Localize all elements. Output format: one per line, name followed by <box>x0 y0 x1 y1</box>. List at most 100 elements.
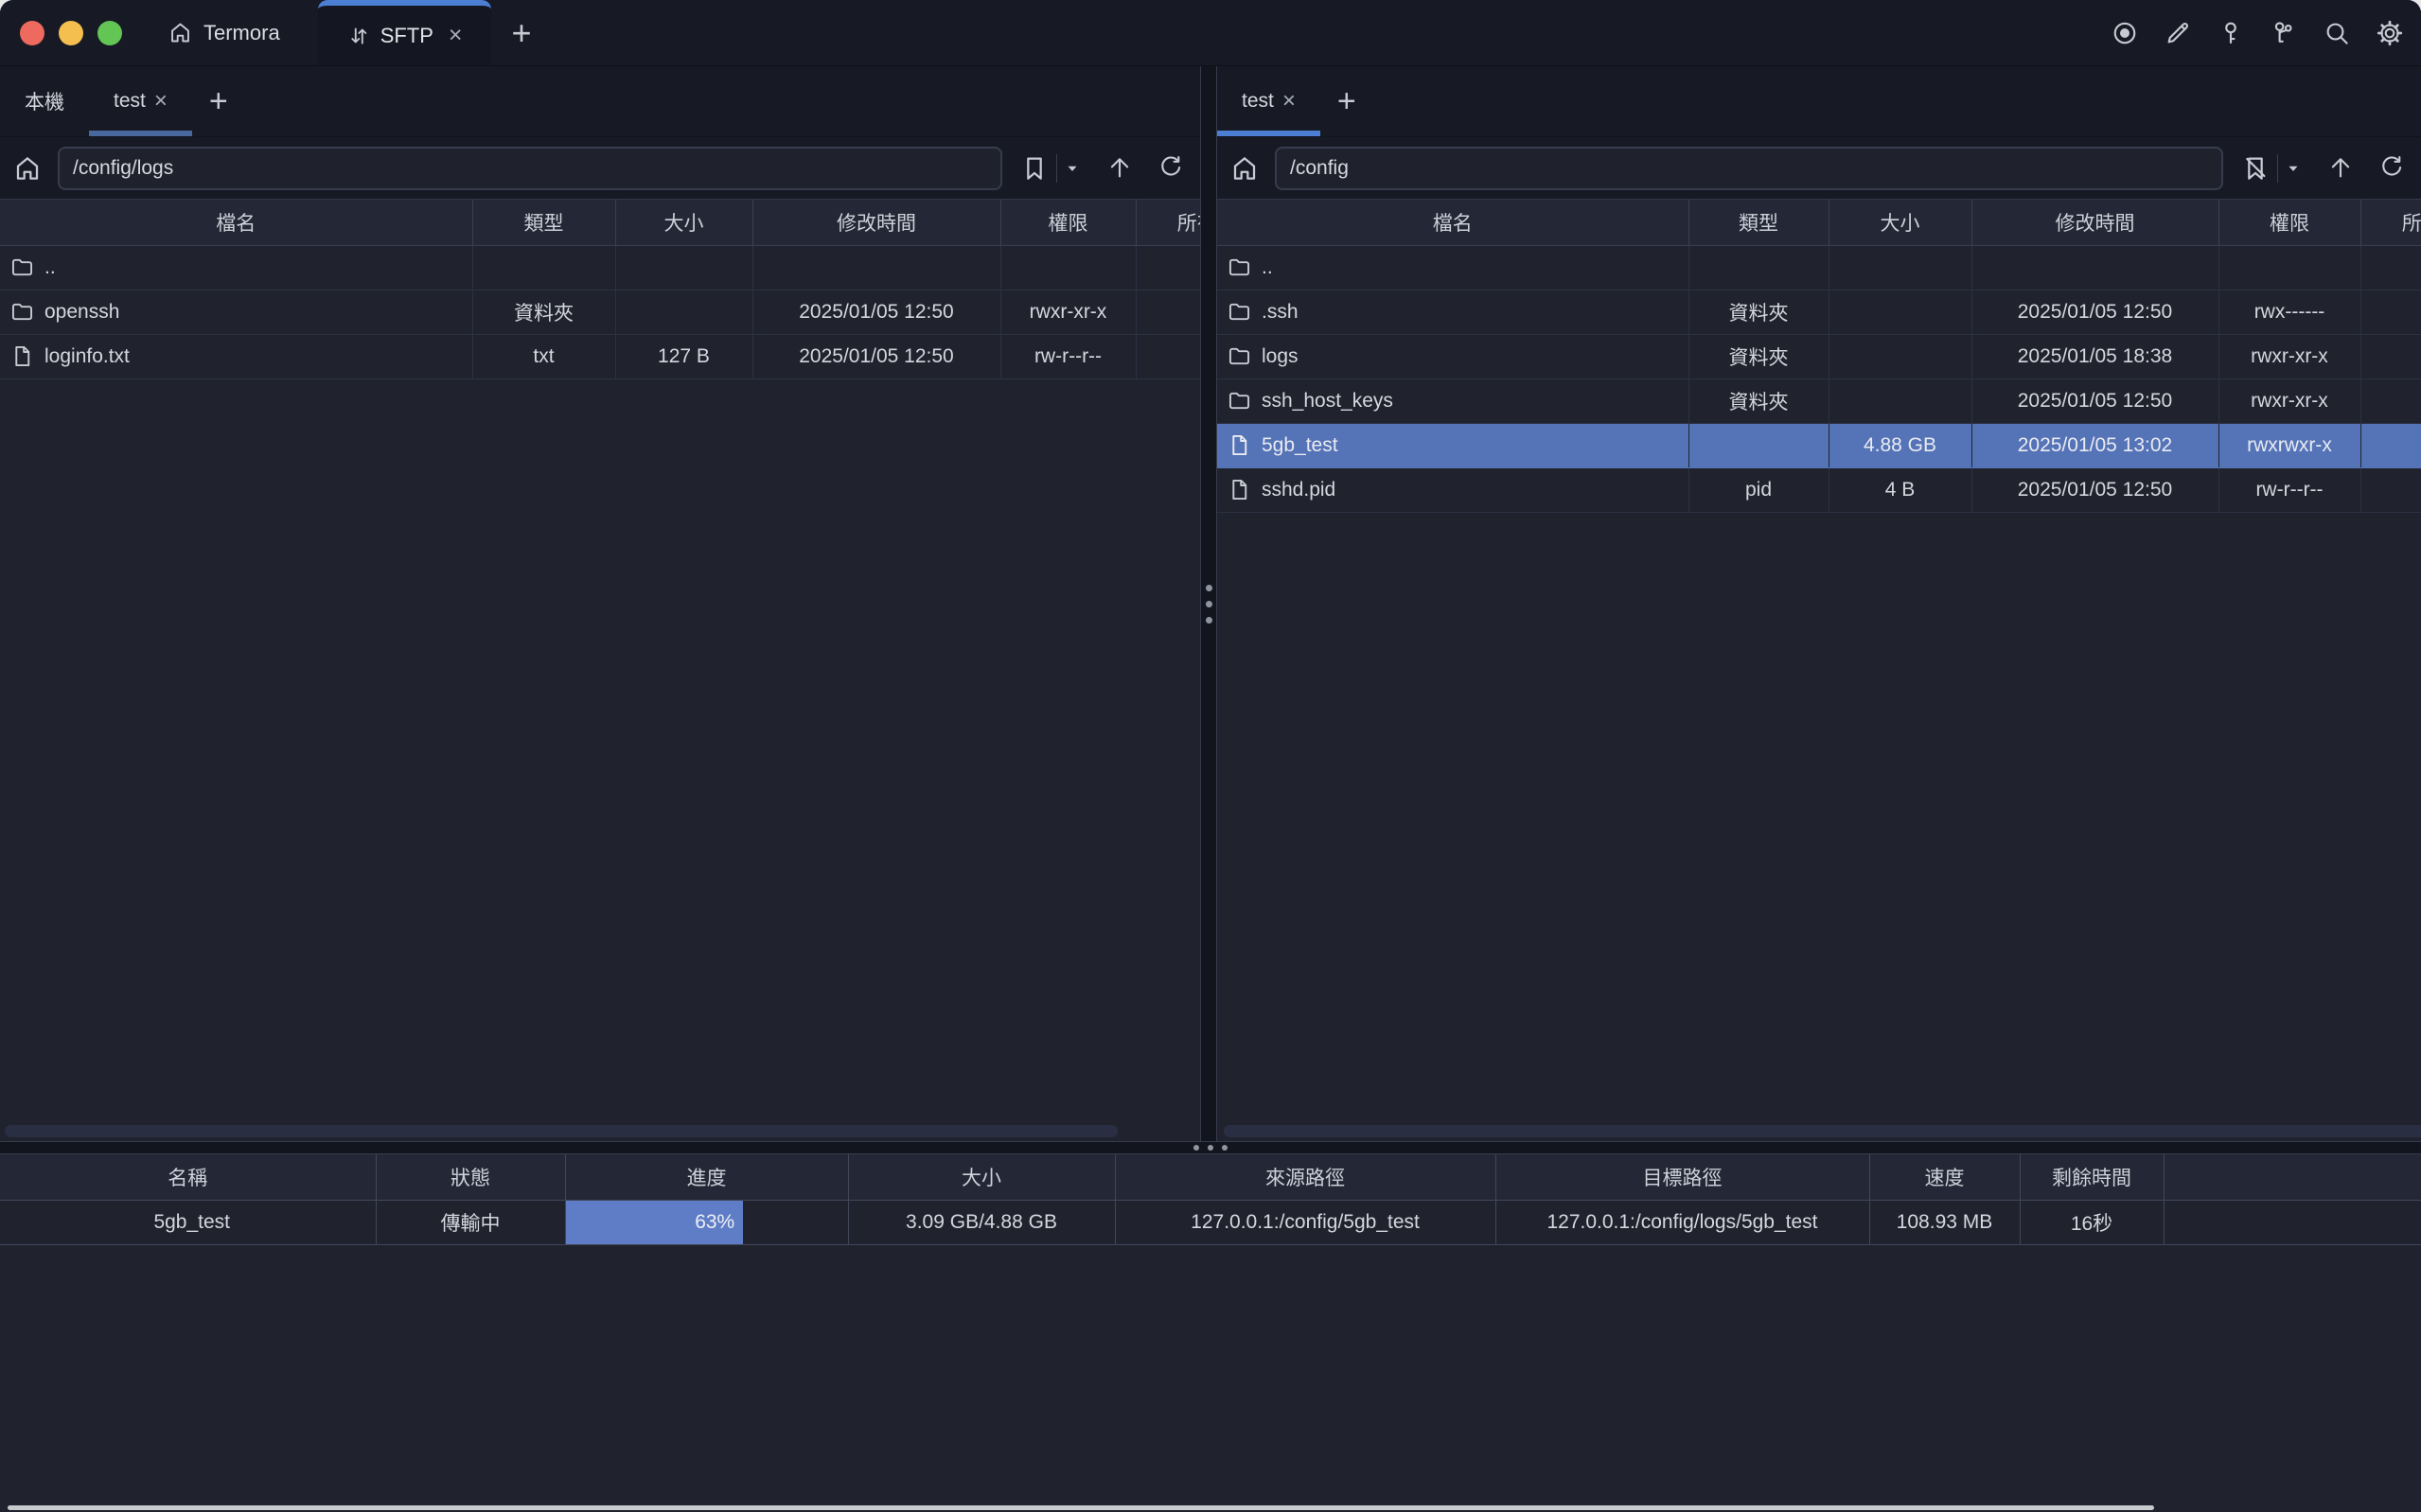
settings-gear-icon[interactable] <box>2376 19 2404 47</box>
file-name: openssh <box>44 301 119 324</box>
right-file-table-area: 檔名 類型 大小 修改時間 權限 所有者 .. <box>1217 199 2421 1141</box>
file-perm: rw-r--r-- <box>1000 334 1136 378</box>
table-row[interactable]: openssh 資料夾 2025/01/05 12:50 rwxr-xr-x <box>0 290 1200 334</box>
left-tab-local[interactable]: 本機 <box>0 66 89 136</box>
column-header-size[interactable]: 大小 <box>848 1154 1115 1200</box>
home-icon[interactable] <box>1229 153 1260 184</box>
column-header-type[interactable]: 類型 <box>472 200 615 245</box>
chevron-down-icon[interactable] <box>1064 160 1081 177</box>
column-header-perm[interactable]: 權限 <box>1000 200 1136 245</box>
file-name: .ssh <box>1262 301 1299 324</box>
folder-icon <box>1227 388 1252 413</box>
right-path-controls <box>2223 153 2421 184</box>
file-size <box>1829 334 1971 378</box>
traffic-lights <box>0 0 122 65</box>
column-header-owner[interactable]: 所有者 <box>2360 200 2421 245</box>
bookmark-remove-icon[interactable] <box>2240 153 2271 184</box>
record-icon[interactable] <box>2111 19 2139 47</box>
file-perm: rwx------ <box>2218 290 2360 334</box>
file-name: loginfo.txt <box>44 345 130 368</box>
transfer-splitter-handle[interactable] <box>0 1141 2421 1154</box>
transfer-speed: 108.93 MB <box>1869 1200 2020 1244</box>
file-owner <box>1136 334 1200 378</box>
transfer-row[interactable]: 5gb_test 傳輸中 63% 3.09 GB/4.88 GB 127.0.0… <box>0 1200 2421 1244</box>
column-header-size[interactable]: 大小 <box>1829 200 1971 245</box>
left-table-header-row: 檔名 類型 大小 修改時間 權限 所有者 <box>0 200 1200 245</box>
right-path-input[interactable] <box>1275 147 2223 190</box>
file-modified <box>752 245 1000 290</box>
tab-sftp[interactable]: SFTP × <box>318 0 491 65</box>
column-header-status[interactable]: 狀態 <box>376 1154 565 1200</box>
keychain-icon[interactable] <box>2270 19 2298 47</box>
column-header-target[interactable]: 目標路徑 <box>1495 1154 1869 1200</box>
column-header-name[interactable]: 檔名 <box>1217 200 1688 245</box>
app-title: Termora <box>203 21 280 45</box>
horizontal-scrollbar-thumb[interactable] <box>1224 1125 2421 1137</box>
titlebar: Termora SFTP × + <box>0 0 2421 66</box>
column-header-modified[interactable]: 修改時間 <box>752 200 1000 245</box>
left-add-tab-button[interactable]: + <box>192 66 245 136</box>
transfer-source: 127.0.0.1:/config/5gb_test <box>1115 1200 1495 1244</box>
table-row-parent-dir[interactable]: .. <box>1217 245 2421 290</box>
column-header-type[interactable]: 類型 <box>1688 200 1829 245</box>
table-row-selected[interactable]: 5gb_test 4.88 GB 2025/01/05 13:02 rwxrwx… <box>1217 423 2421 467</box>
file-size: 127 B <box>615 334 752 378</box>
close-window-button[interactable] <box>20 21 44 45</box>
right-file-table: 檔名 類型 大小 修改時間 權限 所有者 .. <box>1217 200 2421 513</box>
left-tab-test[interactable]: test × <box>89 66 192 136</box>
table-row[interactable]: logs 資料夾 2025/01/05 18:38 rwxr-xr-x <box>1217 334 2421 378</box>
minimize-window-button[interactable] <box>59 21 83 45</box>
file-type: 資料夾 <box>472 290 615 334</box>
column-header-name[interactable]: 名稱 <box>0 1154 376 1200</box>
refresh-icon[interactable] <box>1157 153 1187 184</box>
transfer-eta: 16秒 <box>2020 1200 2164 1244</box>
edit-icon[interactable] <box>2164 19 2192 47</box>
column-header-owner[interactable]: 所有者 <box>1136 200 1200 245</box>
folder-icon <box>9 255 35 280</box>
zoom-window-button[interactable] <box>97 21 122 45</box>
file-modified: 2025/01/05 12:50 <box>1971 467 2218 512</box>
search-icon[interactable] <box>2323 19 2351 47</box>
right-add-tab-button[interactable]: + <box>1320 66 1373 136</box>
column-header-name[interactable]: 檔名 <box>0 200 472 245</box>
bookmark-icon[interactable] <box>1019 153 1050 184</box>
left-path-input[interactable] <box>58 147 1002 190</box>
table-row[interactable]: sshd.pid pid 4 B 2025/01/05 12:50 rw-r--… <box>1217 467 2421 512</box>
column-header-modified[interactable]: 修改時間 <box>1971 200 2218 245</box>
file-modified: 2025/01/05 18:38 <box>1971 334 2218 378</box>
home-icon[interactable] <box>12 153 43 184</box>
file-owner <box>2360 423 2421 467</box>
column-header-source[interactable]: 來源路徑 <box>1115 1154 1495 1200</box>
up-directory-icon[interactable] <box>1105 153 1136 184</box>
table-row[interactable]: ssh_host_keys 資料夾 2025/01/05 12:50 rwxr-… <box>1217 378 2421 423</box>
horizontal-scrollbar-thumb[interactable] <box>5 1125 1118 1137</box>
file-owner <box>2360 334 2421 378</box>
close-tab-icon[interactable]: × <box>449 22 463 49</box>
up-directory-icon[interactable] <box>2326 153 2357 184</box>
folder-icon <box>1227 343 1252 369</box>
close-icon[interactable]: × <box>1282 88 1296 114</box>
column-header-speed[interactable]: 速度 <box>1869 1154 2020 1200</box>
tab-termora-home[interactable]: Termora <box>168 0 280 65</box>
titlebar-spacer <box>553 0 2111 65</box>
refresh-icon[interactable] <box>2377 153 2408 184</box>
table-row-parent-dir[interactable]: .. <box>0 245 1200 290</box>
key-icon[interactable] <box>2217 19 2245 47</box>
folder-icon <box>1227 255 1252 280</box>
file-size <box>1829 245 1971 290</box>
right-tab-test[interactable]: test × <box>1217 66 1320 136</box>
column-header-progress[interactable]: 進度 <box>565 1154 848 1200</box>
pane-splitter-handle[interactable] <box>1200 66 1217 1141</box>
transfer-size: 3.09 GB/4.88 GB <box>848 1200 1115 1244</box>
column-header-size[interactable]: 大小 <box>615 200 752 245</box>
close-icon[interactable]: × <box>154 88 168 114</box>
table-row[interactable]: loginfo.txt txt 127 B 2025/01/05 12:50 r… <box>0 334 1200 378</box>
column-header-eta[interactable]: 剩餘時間 <box>2020 1154 2164 1200</box>
chevron-down-icon[interactable] <box>2285 160 2302 177</box>
table-row[interactable]: .ssh 資料夾 2025/01/05 12:50 rwx------ <box>1217 290 2421 334</box>
file-name: .. <box>44 256 56 279</box>
new-tab-button[interactable]: + <box>491 0 553 65</box>
file-owner <box>2360 290 2421 334</box>
background-window-edge <box>8 1505 2154 1510</box>
column-header-perm[interactable]: 權限 <box>2218 200 2360 245</box>
